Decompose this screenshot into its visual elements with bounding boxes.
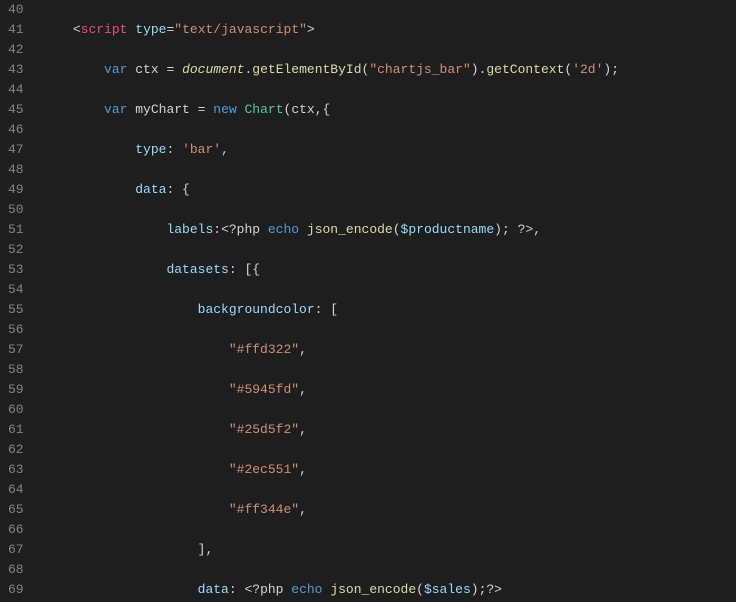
code-line[interactable]: var myChart = new Chart(ctx,{ (42, 100, 736, 120)
line-number: 65 (8, 500, 24, 520)
line-number-gutter: 40 41 42 43 44 45 46 47 48 49 50 51 52 5… (0, 0, 34, 602)
code-line[interactable]: "#25d5f2", (42, 420, 736, 440)
line-number: 64 (8, 480, 24, 500)
line-number: 46 (8, 120, 24, 140)
line-number: 47 (8, 140, 24, 160)
line-number: 41 (8, 20, 24, 40)
code-line[interactable]: type: 'bar', (42, 140, 736, 160)
line-number: 54 (8, 280, 24, 300)
line-number: 49 (8, 180, 24, 200)
line-number: 43 (8, 60, 24, 80)
code-line[interactable]: "#ffd322", (42, 340, 736, 360)
code-content[interactable]: <script type="text/javascript"> var ctx … (34, 0, 736, 602)
line-number: 66 (8, 520, 24, 540)
code-line[interactable]: "#ff344e", (42, 500, 736, 520)
line-number: 61 (8, 420, 24, 440)
code-editor[interactable]: 40 41 42 43 44 45 46 47 48 49 50 51 52 5… (0, 0, 736, 602)
line-number: 42 (8, 40, 24, 60)
line-number: 50 (8, 200, 24, 220)
line-number: 51 (8, 220, 24, 240)
code-line[interactable]: "#5945fd", (42, 380, 736, 400)
line-number: 53 (8, 260, 24, 280)
line-number: 62 (8, 440, 24, 460)
line-number: 68 (8, 560, 24, 580)
line-number: 52 (8, 240, 24, 260)
line-number: 40 (8, 0, 24, 20)
line-number: 57 (8, 340, 24, 360)
line-number: 48 (8, 160, 24, 180)
code-line[interactable]: data: { (42, 180, 736, 200)
line-number: 55 (8, 300, 24, 320)
line-number: 67 (8, 540, 24, 560)
code-line[interactable]: ], (42, 540, 736, 560)
line-number: 58 (8, 360, 24, 380)
line-number: 44 (8, 80, 24, 100)
line-number: 60 (8, 400, 24, 420)
code-line[interactable]: data: <?php echo json_encode($sales);?> (42, 580, 736, 600)
code-line[interactable]: var ctx = document.getElementById("chart… (42, 60, 736, 80)
code-line[interactable]: "#2ec551", (42, 460, 736, 480)
code-line[interactable]: labels:<?php echo json_encode($productna… (42, 220, 736, 240)
line-number: 45 (8, 100, 24, 120)
code-line[interactable]: backgroundcolor: [ (42, 300, 736, 320)
line-number: 56 (8, 320, 24, 340)
code-line[interactable]: <script type="text/javascript"> (42, 20, 736, 40)
line-number: 69 (8, 580, 24, 600)
line-number: 63 (8, 460, 24, 480)
code-line[interactable]: datasets: [{ (42, 260, 736, 280)
line-number: 59 (8, 380, 24, 400)
